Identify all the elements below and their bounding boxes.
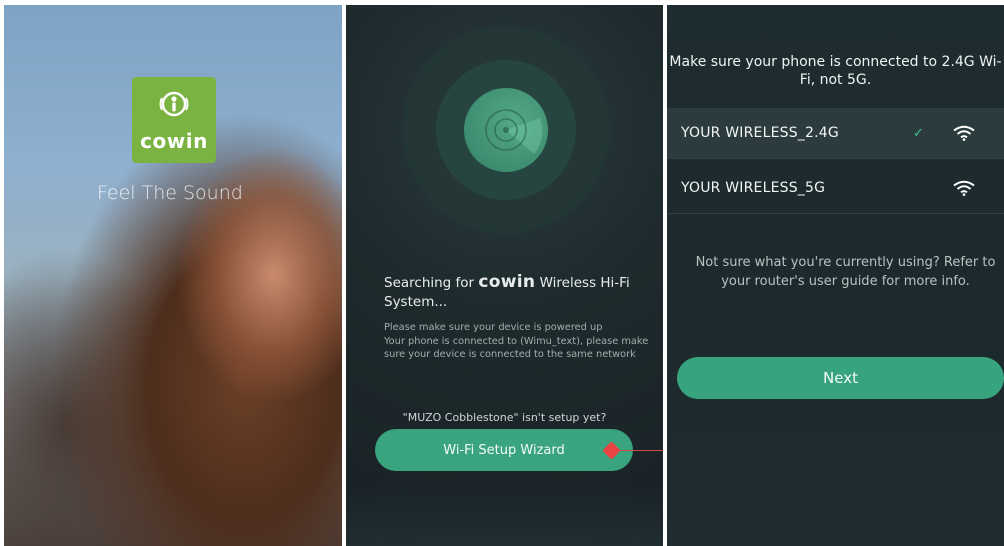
cowin-logo: cowin: [132, 77, 216, 163]
wifi-setup-wizard-button[interactable]: Wi-Fi Setup Wizard: [375, 429, 633, 471]
wifi-ssid: YOUR WIRELESS_5G: [681, 180, 826, 196]
wifi-network-row[interactable]: YOUR WIRELESS_5G: [667, 163, 1004, 213]
divider: [667, 158, 1004, 159]
wifi-icon: [953, 125, 975, 141]
search-screen: Searching for cowin Wireless Hi-Fi Syste…: [346, 5, 663, 546]
hint-line-1: Please make sure your device is powered …: [384, 322, 603, 333]
not-setup-text: "MUZO Cobblestone" isn't setup yet?: [402, 411, 607, 424]
wifi-ssid: YOUR WIRELESS_2.4G: [681, 125, 839, 141]
hint-line-2: Your phone is connected to (Wimu_text), …: [384, 335, 649, 361]
splash-screen: cowin Feel The Sound: [4, 5, 342, 546]
search-title: Searching for cowin Wireless Hi-Fi Syste…: [384, 273, 654, 312]
divider: [667, 213, 1004, 214]
wifi-network-row[interactable]: YOUR WIRELESS_2.4G ✓: [667, 108, 1004, 158]
wifi-icon: [953, 180, 975, 196]
tagline: Feel The Sound: [97, 182, 243, 204]
radar-disc-icon: [464, 88, 548, 172]
search-hint: Please make sure your device is powered …: [384, 321, 654, 362]
wifi-note: Make sure your phone is connected to 2.4…: [669, 54, 1002, 88]
search-title-brand: cowin: [478, 272, 536, 292]
speaker-person-icon: [159, 91, 189, 117]
search-title-prefix: Searching for: [384, 275, 475, 291]
router-help-text: Not sure what you're currently using? Re…: [695, 255, 996, 289]
bottom-shade: [346, 485, 663, 546]
callout-line: [618, 450, 663, 451]
next-button[interactable]: Next: [677, 357, 1004, 399]
logo-text: cowin: [140, 129, 208, 153]
check-icon: ✓: [913, 125, 924, 141]
wifi-screen: Make sure your phone is connected to 2.4…: [667, 5, 1004, 546]
